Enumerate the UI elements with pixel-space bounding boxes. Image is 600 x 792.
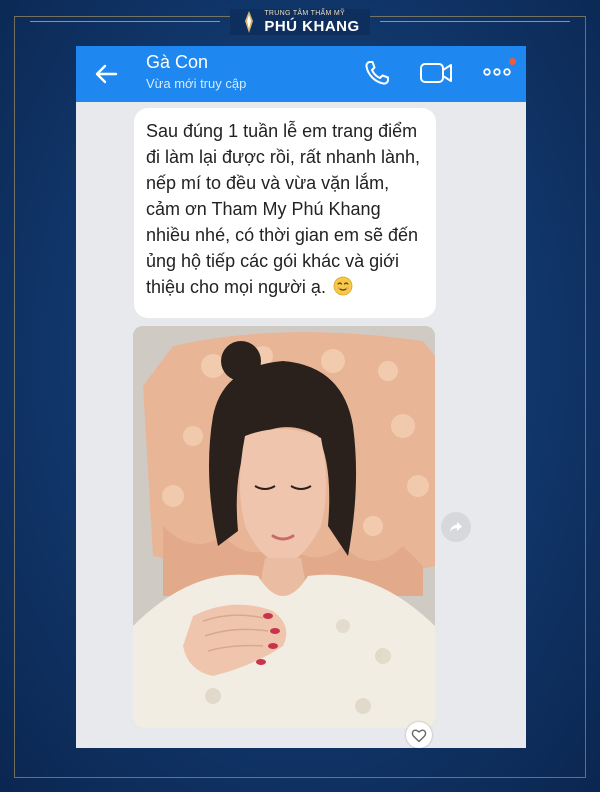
phone-icon[interactable] — [362, 58, 392, 88]
brand-divider-left — [30, 21, 220, 22]
smiling-face-emoji — [333, 276, 353, 296]
photo-attachment[interactable] — [133, 326, 435, 728]
message-bubble[interactable]: Sau đúng 1 tuần lễ em trang điểm đi làm … — [134, 108, 436, 318]
arrow-left-icon[interactable] — [92, 60, 120, 88]
brand-divider-right — [380, 21, 570, 22]
heart-outline-icon — [411, 729, 427, 742]
chat-header: Gà Con Vừa mới truy cập — [76, 46, 526, 102]
heart-icon[interactable] — [406, 722, 432, 748]
brand-logo-icon — [245, 11, 254, 33]
brand-header: TRUNG TÂM THẨM MỸ PHÚ KHANG — [0, 0, 600, 44]
chat-screen: Gà Con Vừa mới truy cập Sau đúng 1 tuần … — [76, 46, 526, 748]
message-text: Sau đúng 1 tuần lễ em trang điểm đi làm … — [146, 121, 420, 297]
contact-name[interactable]: Gà Con — [146, 52, 208, 73]
contact-status: Vừa mới truy cập — [146, 76, 247, 91]
share-arrow-icon — [450, 522, 462, 532]
brand-name: PHÚ KHANG — [264, 18, 360, 35]
brand-tagline: TRUNG TÂM THẨM MỸ — [264, 10, 346, 17]
share-icon[interactable] — [441, 512, 471, 542]
brand-logo: TRUNG TÂM THẨM MỸ PHÚ KHANG — [230, 9, 370, 35]
photo-image — [133, 326, 435, 728]
notification-dot — [509, 58, 516, 65]
video-camera-icon[interactable] — [419, 58, 453, 88]
